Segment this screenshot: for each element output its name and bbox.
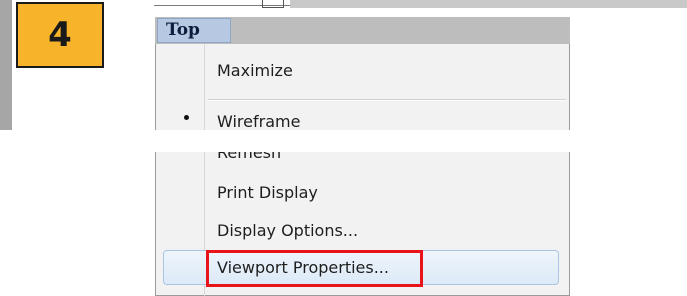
callout-highlight-box <box>206 250 423 287</box>
left-margin-bar <box>0 0 12 130</box>
menu-item-print-display[interactable]: Print Display <box>217 183 318 202</box>
menu-icon-gutter <box>204 44 205 130</box>
tutorial-screenshot: 4 Top Maximize Wireframe Remesh Print Di… <box>0 0 687 296</box>
viewport-title-tab[interactable]: Top <box>157 18 231 43</box>
top-window-edge <box>290 0 687 8</box>
bullet-icon <box>184 115 189 120</box>
menu-item-display-options[interactable]: Display Options... <box>217 221 358 240</box>
menu-separator <box>208 99 566 101</box>
top-toolbar-tab <box>262 0 284 8</box>
menu-item-wireframe[interactable]: Wireframe <box>217 112 300 131</box>
menu-item-maximize[interactable]: Maximize <box>217 61 293 80</box>
screenshot-gap <box>155 130 575 152</box>
step-number-badge: 4 <box>16 2 104 68</box>
